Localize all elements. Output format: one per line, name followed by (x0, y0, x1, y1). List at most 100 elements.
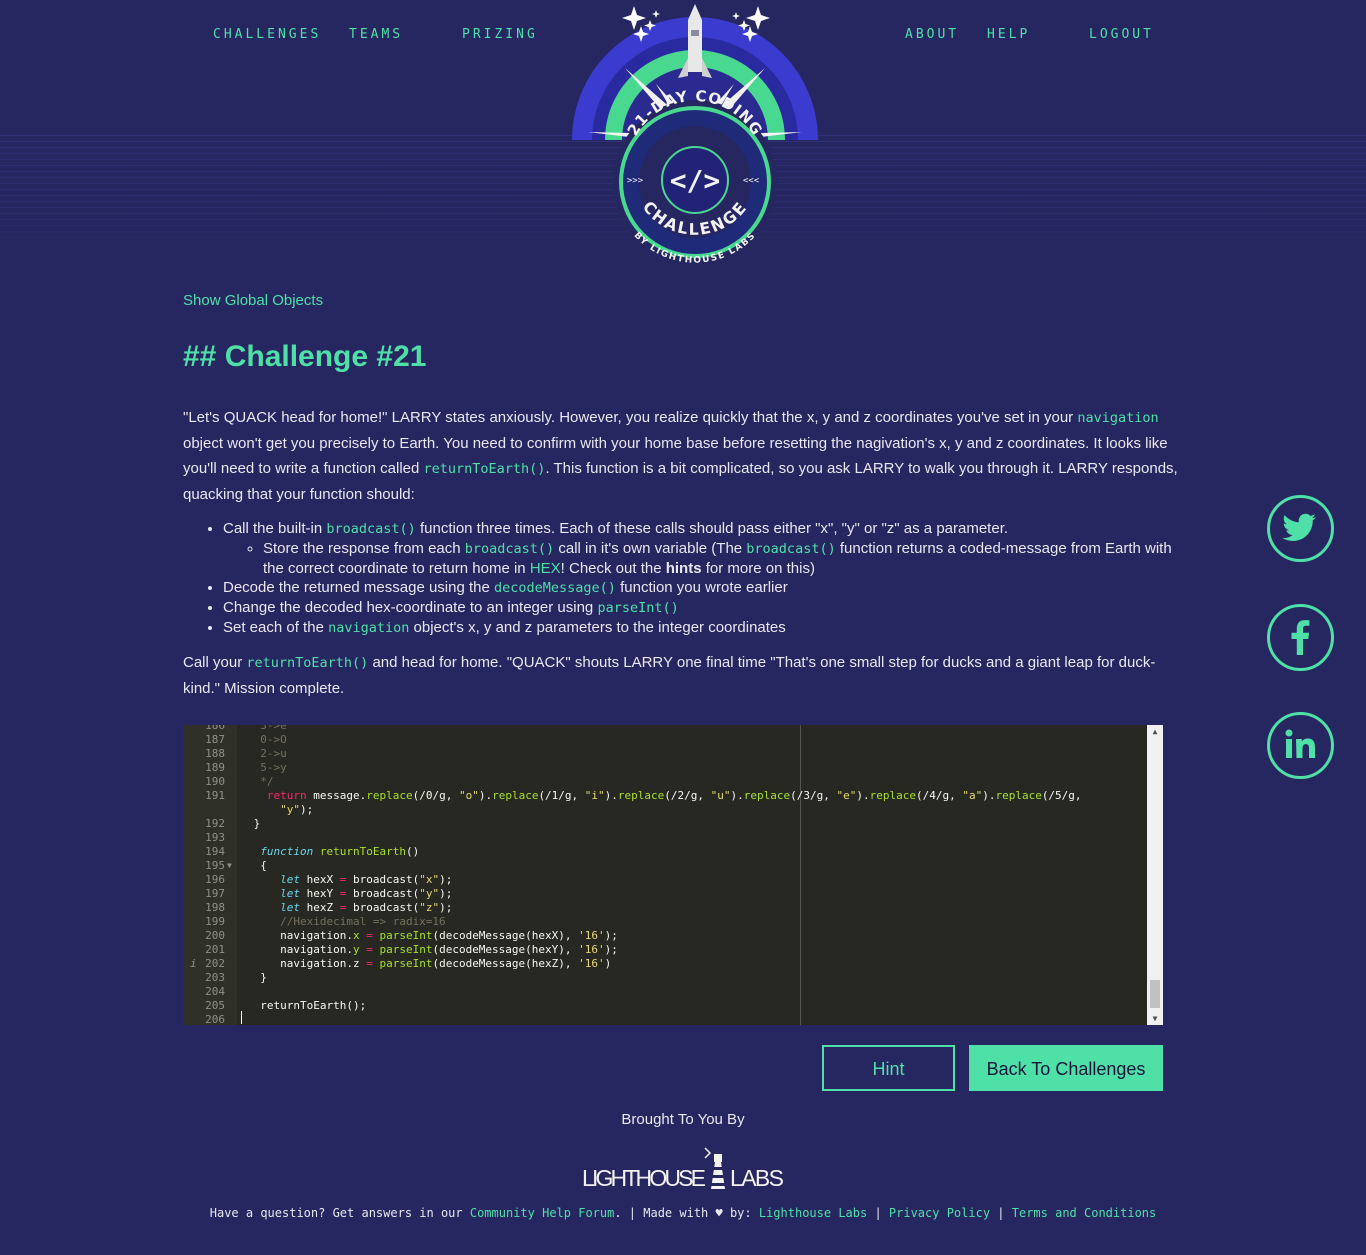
code-text: return message.replace(/0/g, "o").replac… (266, 789, 1082, 802)
code-editor[interactable]: 186 3->e 187 0->O 188 2->u 189 5->y 190 */19… (183, 725, 1163, 1025)
list-item: Set each of the navigation object's x, y… (223, 618, 1183, 638)
list-item: Store the response from each broadcast()… (263, 539, 1183, 578)
editor-scrollbar[interactable]: ▲ ▼ (1147, 725, 1163, 1025)
instruction-list: Call the built-in broadcast() function t… (223, 519, 1183, 638)
line-number: 191 (205, 789, 225, 802)
code-line[interactable]: 198 let hexZ = broadcast("z"); (183, 901, 1147, 915)
linkedin-button[interactable] (1267, 712, 1334, 779)
code-line[interactable]: 203 } (183, 971, 1147, 985)
nav-prizing[interactable]: PRIZING (462, 27, 538, 42)
hint-button[interactable]: Hint (822, 1045, 955, 1091)
back-to-challenges-button[interactable]: Back To Challenges (969, 1045, 1163, 1091)
code-parse-int: parseInt() (597, 600, 679, 616)
hints-emphasis: hints (665, 560, 702, 577)
show-global-objects-link[interactable]: Show Global Objects (183, 292, 323, 309)
code-text: let hexX = broadcast("x"); (280, 873, 453, 886)
coding-challenge-logo[interactable]: </> 21-DAY CODING CHALLENGE BY LIGHTHOUS… (570, 0, 820, 270)
hex-link[interactable]: HEX (530, 560, 561, 577)
facebook-button[interactable] (1267, 604, 1334, 671)
code-line[interactable]: 197 let hexY = broadcast("y"); (183, 887, 1147, 901)
line-number: 199 (205, 915, 225, 928)
terms-link[interactable]: Terms and Conditions (1012, 1206, 1157, 1220)
code-line[interactable]: 191 return message.replace(/0/g, "o").re… (183, 789, 1147, 803)
line-number: 186 (205, 725, 225, 732)
lighthouse-labs-link[interactable]: Lighthouse Labs (759, 1206, 867, 1220)
code-line[interactable]: 192 } (183, 817, 1147, 831)
code-line[interactable]: 196 let hexX = broadcast("x"); (183, 873, 1147, 887)
scroll-down-icon[interactable]: ▼ (1147, 1014, 1163, 1023)
nav-teams[interactable]: TEAMS (349, 27, 403, 42)
nav-about[interactable]: ABOUT (905, 27, 959, 42)
code-line[interactable]: 195 ▼ { (183, 859, 1147, 873)
code-line[interactable]: 205 returnToEarth(); (183, 999, 1147, 1013)
footer: Have a question? Get answers in our Comm… (209, 1206, 1157, 1220)
code-line[interactable]: 194 function returnToEarth() (183, 845, 1147, 859)
code-text: navigation.y = parseInt(decodeMessage(he… (247, 943, 618, 956)
line-number: 189 (205, 761, 225, 774)
line-number: 196 (205, 873, 225, 886)
logo-chevrons-right: <<< (743, 176, 760, 186)
fold-arrow-icon[interactable]: ▼ (227, 859, 232, 873)
code-line[interactable]: 201 navigation.y = parseInt(decodeMessag… (183, 943, 1147, 957)
twitter-button[interactable] (1267, 495, 1334, 562)
intro-text-1: "Let's QUACK head for home!" LARRY state… (183, 409, 1078, 426)
line-number: 203 (205, 971, 225, 984)
line-number: 190 (205, 775, 225, 788)
code-line[interactable]: 206 (183, 1013, 1147, 1025)
challenge-title: ## Challenge #21 (183, 340, 427, 373)
code-return-to-earth: returnToEarth() (246, 655, 369, 671)
code-text: let hexZ = broadcast("z"); (280, 901, 453, 914)
code-line[interactable]: 188 2->u (183, 747, 1147, 761)
twitter-icon (1282, 513, 1317, 541)
line-number: 205 (205, 999, 225, 1012)
lighthouse-logo-left: LIGHTHOUSE (582, 1165, 706, 1189)
code-text: 3->e (247, 725, 287, 732)
community-forum-link[interactable]: Community Help Forum (470, 1206, 615, 1220)
code-line[interactable]: 190 */ (183, 775, 1147, 789)
code-line[interactable]: 202 i navigation.z = parseInt(decodeMessa… (183, 957, 1147, 971)
facebook-icon (1291, 620, 1310, 655)
code-navigation: navigation (1077, 410, 1159, 426)
code-line[interactable]: 204 (183, 985, 1147, 999)
code-line[interactable]: 189 5->y (183, 761, 1147, 775)
line-number: 204 (205, 985, 225, 998)
code-line[interactable]: 186 3->e (183, 725, 1147, 733)
list-item: Decode the returned message using the de… (223, 578, 1183, 598)
code-line[interactable]: 193 (183, 831, 1147, 845)
sub-list: Store the response from each broadcast()… (263, 539, 1183, 578)
code-text: 2->u (247, 747, 287, 760)
lighthouse-icon (704, 1147, 725, 1189)
code-broadcast: broadcast() (326, 521, 416, 537)
code-line[interactable]: 200 navigation.x = parseInt(decodeMessag… (183, 929, 1147, 943)
code-text: 5->y (247, 761, 287, 774)
nav-help[interactable]: HELP (987, 27, 1030, 42)
info-icon[interactable]: i (190, 957, 197, 971)
code-text: navigation.z = parseInt(decodeMessage(he… (247, 957, 612, 970)
brought-to-you-by: Brought To You By (621, 1111, 745, 1128)
lighthouse-logo-right: LABS (730, 1165, 784, 1189)
challenge-outro: Call your returnToEarth() and head for h… (183, 654, 1156, 697)
code-text: */ (247, 775, 274, 788)
code-text: function returnToEarth() (260, 845, 420, 858)
linkedin-icon (1285, 729, 1315, 758)
code-text: } (247, 971, 267, 984)
logo-chevrons-left: >>> (627, 176, 644, 186)
code-navigation: navigation (328, 620, 410, 636)
nav-challenges[interactable]: CHALLENGES (213, 27, 321, 42)
code-text: let hexY = broadcast("y"); (280, 887, 453, 900)
lighthouse-labs-logo[interactable]: LIGHTHOUSE LABS (582, 1145, 784, 1189)
code-text: { (247, 859, 267, 872)
code-text: returnToEarth(); (247, 999, 367, 1012)
nav-logout[interactable]: LOGOUT (1089, 27, 1154, 42)
line-number: 195 (205, 859, 225, 872)
line-number: 192 (205, 817, 225, 830)
privacy-policy-link[interactable]: Privacy Policy (889, 1206, 990, 1220)
code-line[interactable]: 187 0->O (183, 733, 1147, 747)
code-line[interactable]: 199 //Hexidecimal => radix=16 (183, 915, 1147, 929)
scroll-up-icon[interactable]: ▲ (1147, 727, 1163, 736)
scrollbar-thumb[interactable] (1150, 980, 1160, 1008)
code-decode-message: decodeMessage() (494, 580, 616, 596)
list-item: Call the built-in broadcast() function t… (223, 519, 1183, 578)
line-number: 188 (205, 747, 225, 760)
code-line[interactable]: "y"); (183, 803, 1147, 817)
